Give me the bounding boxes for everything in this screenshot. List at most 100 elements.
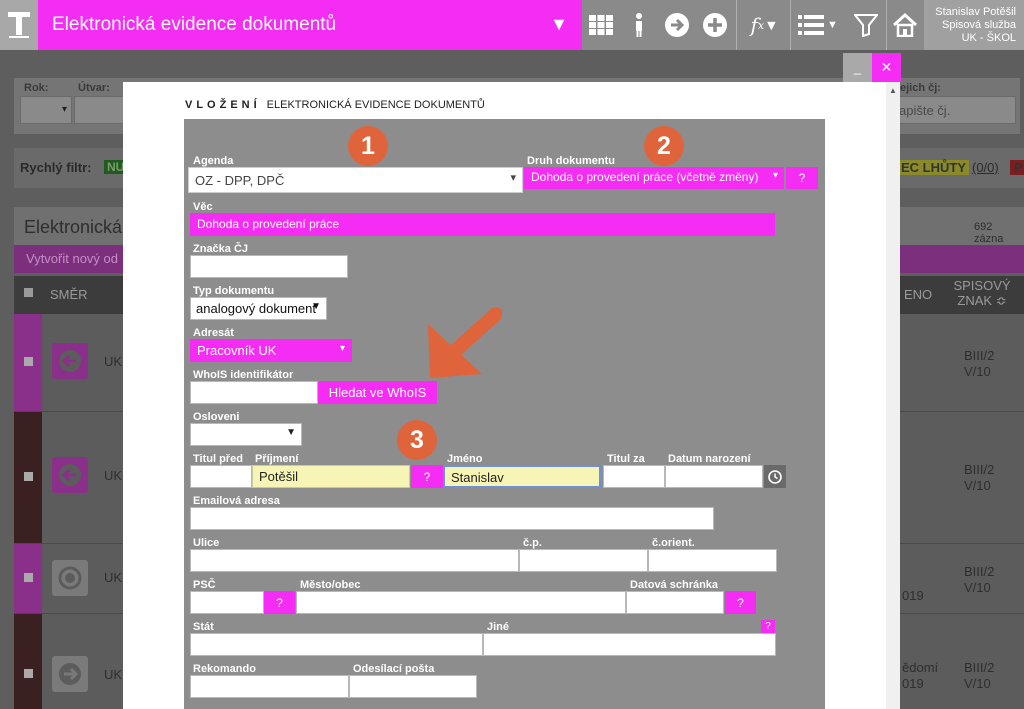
cp-input[interactable] (519, 549, 648, 572)
dialog-mode: VLOŽENÍ (185, 99, 261, 111)
corient-label: č.orient. (652, 537, 695, 549)
row-checkbox[interactable] (24, 357, 33, 366)
clock-icon[interactable] (764, 465, 786, 488)
titul-za-input[interactable] (603, 465, 665, 488)
select-all-checkbox[interactable] (24, 288, 33, 297)
list-view-icon[interactable]: ▼ (794, 0, 842, 50)
minimize-button[interactable]: _ (843, 53, 872, 82)
utvar-label: Útvar: (78, 82, 110, 94)
vec-input[interactable]: Dohoda o provedení práce (190, 213, 775, 236)
col-smer[interactable]: SMĚR (50, 287, 88, 302)
app-logo[interactable] (0, 0, 38, 50)
rok-select[interactable]: ▾ (20, 96, 72, 124)
arrow-right-icon[interactable] (661, 0, 693, 50)
app-title-dropdown[interactable]: Elektronická evidence dokumentů ▼ (38, 0, 582, 50)
user-info[interactable]: Stanislav Potěšil Spisová služba UK - ŠK… (924, 0, 1024, 50)
arrow-left-icon (52, 457, 88, 493)
info-person-icon[interactable] (624, 0, 654, 50)
datova-label: Datová schránka (630, 579, 719, 591)
typ-select[interactable]: analogový dokument ▼ (190, 297, 327, 320)
col-eno[interactable]: ENO (904, 287, 932, 302)
druh-help-button[interactable]: ? (786, 167, 818, 189)
prijmeni-help-button[interactable]: ? (411, 465, 443, 488)
druh-label: Druh dokumentu (527, 155, 615, 167)
top-bar: Elektronická evidence dokumentů ▼ f x ▼ ▼ … (0, 0, 1024, 50)
prijmeni-label: Příjmení (255, 453, 299, 465)
function-icon[interactable]: f x ▼ (740, 0, 786, 50)
adresat-label: Adresát (193, 327, 234, 339)
jmeno-label: Jméno (447, 453, 483, 465)
prijmeni-input[interactable]: Potěšil (252, 465, 410, 488)
titul-pred-input[interactable] (190, 465, 252, 488)
jine-input[interactable] (483, 633, 776, 656)
psc-help-button[interactable]: ? (264, 591, 295, 614)
annotation-badge-3: 3 (397, 420, 437, 460)
dialog-header: VLOŽENÍ ELEKTRONICKÁ EVIDENCE DOKUMENTŮ (185, 99, 485, 111)
agenda-label: Agenda (193, 155, 234, 167)
row-checkbox[interactable] (24, 573, 33, 582)
row-spisovy-znak: BIII/2 V/10 (964, 462, 995, 493)
jine-help-button[interactable]: ? (761, 620, 775, 633)
posta-label: Odesílací pošta (353, 663, 435, 675)
psc-input[interactable] (190, 591, 264, 614)
typ-label: Typ dokumentu (193, 285, 275, 297)
cp-label: č.p. (523, 537, 542, 549)
email-input[interactable] (190, 507, 714, 530)
mesto-input[interactable] (296, 591, 626, 614)
datova-input[interactable] (626, 591, 724, 614)
cislo-label: ejich čj: (900, 82, 941, 94)
datum-input[interactable] (665, 465, 763, 488)
ulice-input[interactable] (190, 549, 519, 572)
znacka-input[interactable] (190, 255, 348, 278)
form-panel: Agenda OZ - DPP, DPČ Druh dokumentu Doho… (184, 119, 825, 709)
p-tag[interactable]: P (1010, 160, 1024, 175)
grid-icon[interactable] (584, 0, 618, 50)
quick-filter-label: Rychlý filtr: (20, 160, 92, 175)
datova-help-button[interactable]: ? (725, 591, 756, 614)
row-uk: UK (104, 354, 123, 369)
datum-label: Datum narození (668, 453, 751, 465)
filter-icon[interactable] (848, 0, 884, 50)
znacka-label: Značka ČJ (193, 243, 249, 255)
home-icon[interactable] (888, 0, 922, 50)
list-title: Elektronická (24, 217, 123, 237)
user-unit: UK - ŠKOL (961, 32, 1016, 44)
rekomando-label: Rekomando (193, 663, 256, 675)
row-spisovy-znak: BIII/2 V/10 (964, 564, 995, 595)
row-checkbox[interactable] (24, 669, 33, 678)
close-button[interactable]: ✕ (872, 53, 901, 82)
whois-label: WhoIS identifikátor (193, 369, 294, 381)
chevron-down-icon: ▼ (550, 14, 568, 34)
row-spisovy-znak: BIII/2 V/10 (964, 660, 995, 691)
dialog-title: ELEKTRONICKÁ EVIDENCE DOKUMENTŮ (266, 99, 485, 111)
whois-search-button[interactable]: Hledat ve WhoIS (318, 381, 437, 404)
psc-label: PSČ (193, 579, 216, 591)
dialog-scrollbar[interactable]: ▲ (886, 82, 900, 709)
annotation-badge-1: 1 (348, 126, 388, 166)
utvar-select[interactable] (74, 96, 124, 124)
adresat-select[interactable]: Pracovník UK ▾ (190, 339, 352, 362)
titul-za-label: Titul za (607, 453, 645, 465)
add-icon[interactable] (699, 0, 731, 50)
cislo-input[interactable]: apište čj. (892, 96, 1016, 124)
row-checkbox[interactable] (24, 472, 33, 481)
druh-select[interactable]: Dohoda o provedení práce (včetně změny) ▾ (524, 167, 784, 189)
whois-input[interactable] (190, 381, 318, 404)
create-new-button[interactable]: Vytvořit nový od (26, 251, 118, 266)
lhuty-count[interactable]: (0/0) (972, 160, 999, 175)
lhuty-tag[interactable]: EC LHŮTY (898, 160, 969, 175)
vec-label: Věc (193, 201, 213, 213)
user-name: Stanislav Potěšil (935, 6, 1016, 18)
osloveni-select[interactable]: ▼ (190, 423, 302, 446)
corient-input[interactable] (648, 549, 777, 572)
rekomando-input[interactable] (190, 675, 349, 698)
stat-label: Stát (193, 621, 214, 633)
app-title: Elektronická evidence dokumentů (52, 14, 337, 35)
email-label: Emailová adresa (193, 495, 280, 507)
jmeno-input[interactable]: Stanislav (443, 465, 601, 488)
col-spisovy-znak[interactable]: SPISOVÝ ZNAK ≎ (952, 278, 1012, 308)
stat-input[interactable] (190, 633, 483, 656)
posta-input[interactable] (349, 675, 477, 698)
agenda-select[interactable]: OZ - DPP, DPČ (188, 167, 523, 193)
titul-pred-label: Titul před (193, 453, 243, 465)
